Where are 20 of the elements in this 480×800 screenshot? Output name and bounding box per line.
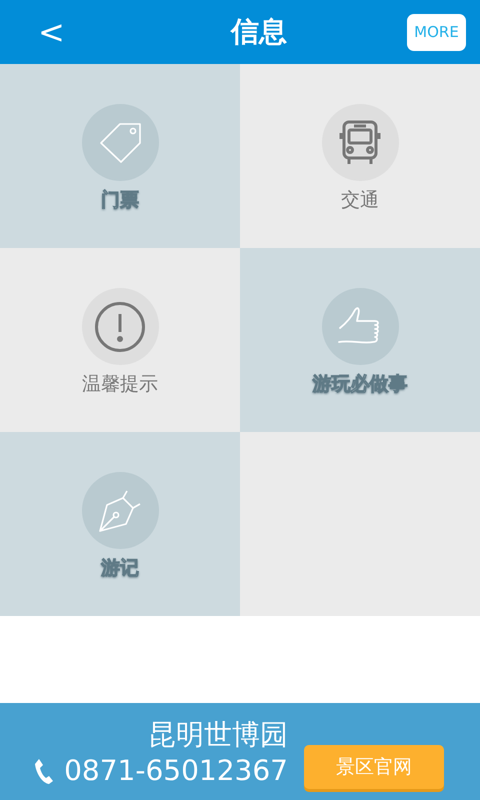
official-site-button[interactable]: 景区官网: [304, 744, 444, 788]
tile-label: 温馨提示: [82, 372, 158, 397]
tile-label: 游玩必做事: [312, 372, 408, 397]
menu-tile[interactable]: 温馨提示: [0, 248, 240, 432]
tile-label: 交通: [341, 188, 379, 213]
menu-tile[interactable]: 门票: [0, 64, 240, 248]
menu-tile[interactable]: 游记: [0, 432, 240, 616]
phone-icon: [34, 758, 54, 784]
page-title: 信息: [230, 14, 287, 50]
tile-label: 门票: [101, 188, 139, 213]
phone-number: 0871-65012367: [64, 754, 288, 787]
back-button[interactable]: <: [30, 13, 73, 51]
bus-icon: [338, 120, 382, 166]
menu-tile[interactable]: 交通: [240, 64, 480, 248]
menu-tile[interactable]: 游玩必做事: [240, 248, 480, 432]
park-name: 昆明世博园: [148, 717, 288, 753]
pen-nib-icon: [97, 488, 143, 534]
more-button[interactable]: MORE: [407, 14, 466, 50]
exclamation-icon: [94, 300, 146, 352]
tile-label: 游记: [101, 556, 139, 581]
